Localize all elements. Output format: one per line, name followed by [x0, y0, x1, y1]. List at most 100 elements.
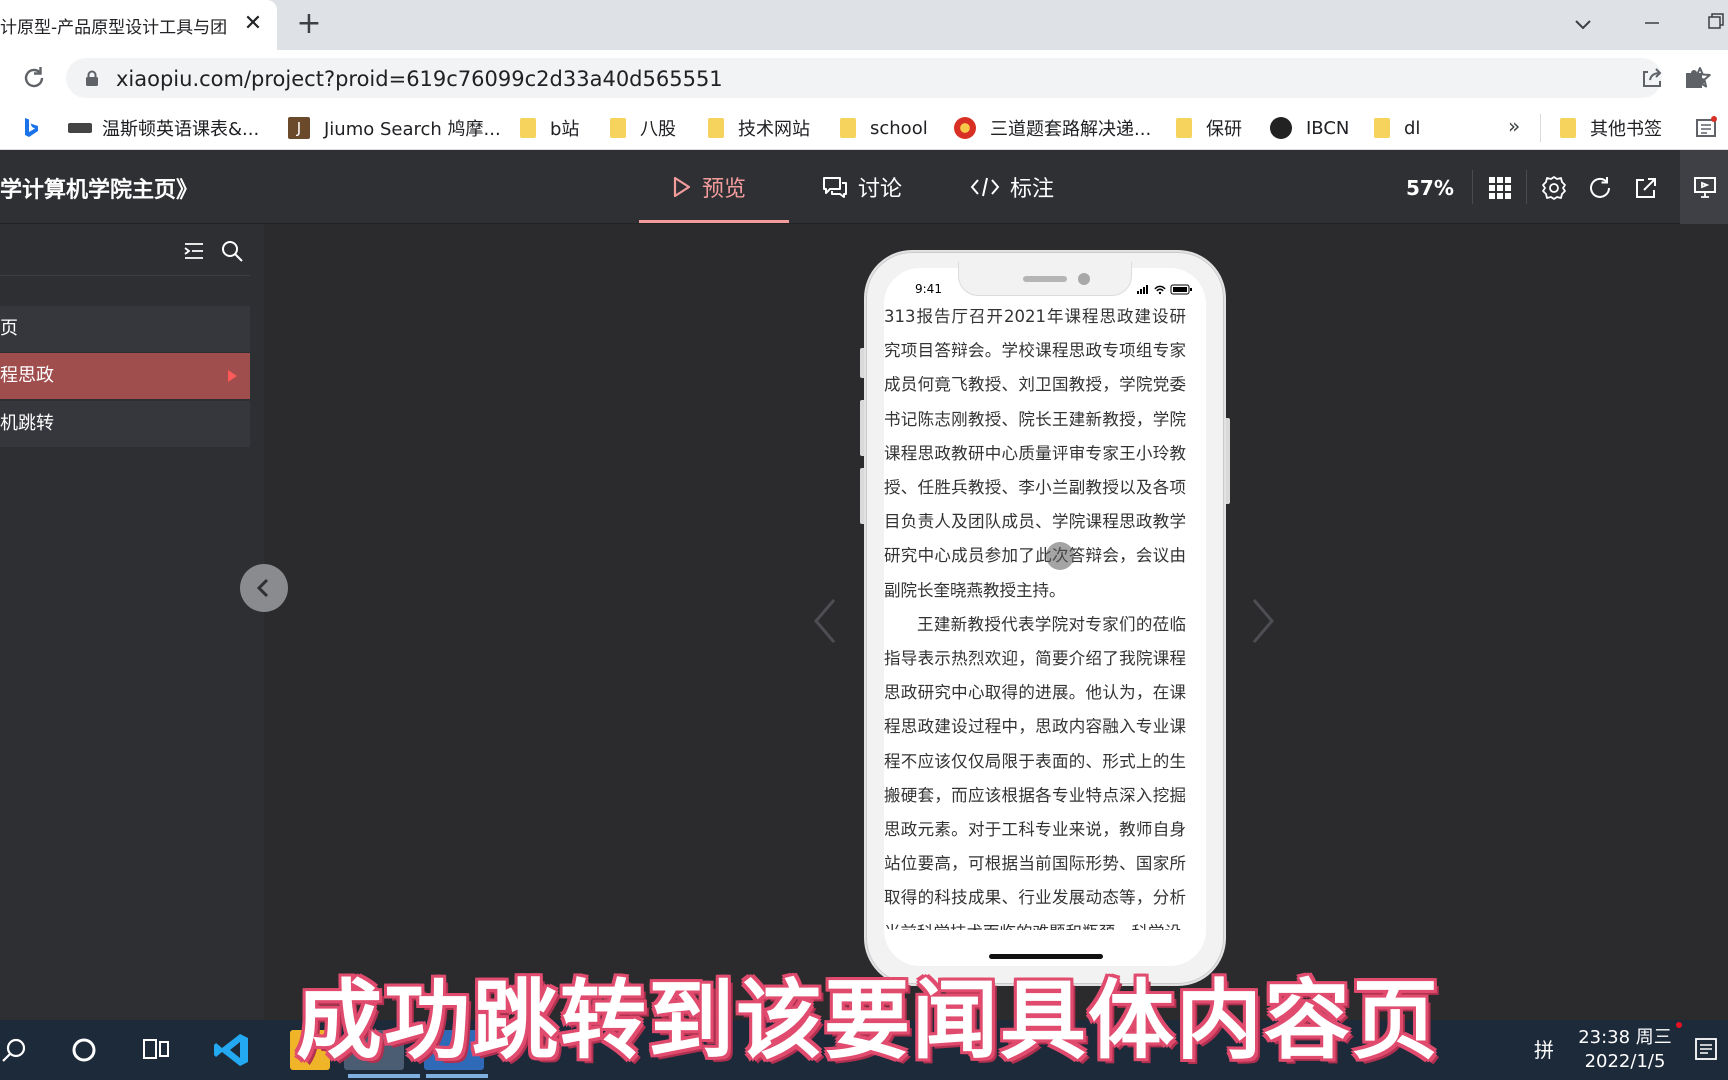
article-paragraph: 313报告厅召开2021年课程思政建设研究项目答辩会。学校课程思政专项组专家成员… — [884, 307, 1186, 600]
article-content[interactable]: 313报告厅召开2021年课程思政建设研究项目答辩会。学校课程思政专项组专家成员… — [884, 300, 1206, 930]
bookmark-label: Jiumo Search 鸠摩... — [324, 119, 501, 140]
folder-icon — [840, 118, 856, 138]
bookmark-label: IBCN — [1306, 117, 1350, 139]
article-body: 313报告厅召开2021年课程思政建设研究项目答辩会。学校课程思政专项组专家成员… — [884, 300, 1196, 930]
task-view-icon[interactable] — [136, 1030, 176, 1070]
video-caption: 成功跳转到该要闻具体内容页 — [296, 971, 1440, 1071]
tab-annotate[interactable]: 标注 — [970, 164, 1054, 210]
folder-icon — [1560, 118, 1576, 138]
bookmark-dl[interactable]: dl — [1374, 114, 1420, 142]
bookmark-ibcn[interactable]: IBCN — [1270, 114, 1349, 142]
tab-annotate-label: 标注 — [1010, 177, 1055, 202]
sidebar-toolbar — [0, 224, 250, 276]
restore-icon[interactable] — [1705, 8, 1728, 38]
new-tab-button[interactable]: + — [292, 8, 326, 42]
browser-tab[interactable]: 计原型-产品原型设计工具与团 ✕ — [0, 0, 277, 50]
next-page-arrow-icon[interactable] — [1248, 596, 1278, 646]
lock-icon[interactable] — [84, 70, 100, 86]
previous-page-arrow-icon[interactable] — [810, 596, 840, 646]
bookmark-bagu[interactable]: 八股 — [610, 114, 676, 142]
folder-icon — [1176, 118, 1192, 138]
touch-cursor-indicator — [1046, 542, 1074, 570]
chevron-down-icon[interactable] — [1568, 10, 1598, 40]
reload-icon[interactable] — [18, 62, 50, 94]
tab-preview[interactable]: 预览 — [672, 164, 746, 210]
code-icon — [970, 177, 1000, 197]
bookmark-bzhan[interactable]: b站 — [520, 114, 579, 142]
bookmark-winston[interactable]: 温斯顿英语课表&... — [68, 114, 259, 142]
folder-icon — [610, 118, 626, 138]
reading-list-icon[interactable] — [1694, 116, 1718, 140]
presentation-icon — [1694, 177, 1716, 198]
home-indicator[interactable] — [989, 954, 1103, 959]
bookmarks-overflow-button[interactable]: » — [1508, 114, 1520, 138]
zoom-level[interactable]: 57% — [1406, 176, 1454, 200]
signal-wifi-battery-icon — [1137, 284, 1192, 295]
bookmark-school[interactable]: school — [840, 114, 928, 142]
page-item[interactable]: 机跳转 — [0, 401, 250, 447]
header-divider — [1526, 170, 1527, 204]
share-out-icon[interactable] — [1632, 174, 1660, 202]
taskbar-clock[interactable]: 23:38 周三 2022/1/5 — [1575, 1026, 1675, 1074]
flower-icon — [954, 117, 976, 139]
bookmarks-divider — [1540, 114, 1541, 142]
bookmark-label: school — [870, 117, 928, 139]
vscode-icon[interactable] — [212, 1030, 252, 1070]
article-paragraph: 王建新教授代表学院对专家们的莅临指导表示热烈欢迎，简要介绍了我院课程思政研究中心… — [884, 614, 1186, 930]
grid-icon[interactable] — [1486, 174, 1514, 202]
bookmark-recursion[interactable]: 三道题套路解决递... — [954, 114, 1151, 142]
bookmark-tech-sites[interactable]: 技术网站 — [708, 114, 810, 142]
page-item-active[interactable]: 程思政 — [0, 353, 250, 399]
presentation-button[interactable] — [1680, 150, 1728, 224]
status-bar-time: 9:41 — [915, 282, 942, 296]
share-icon[interactable] — [1638, 64, 1666, 92]
page-item-label: 页 — [0, 318, 18, 339]
tab-discuss[interactable]: 讨论 — [822, 164, 902, 210]
phone-camera — [1078, 273, 1090, 285]
winston-logo-icon — [68, 123, 92, 133]
search-icon[interactable] — [0, 1030, 40, 1070]
page-item[interactable]: 页 — [0, 306, 250, 352]
tab-preview-label: 预览 — [702, 177, 747, 202]
cortana-icon[interactable] — [64, 1030, 104, 1070]
page-item-label: 机跳转 — [0, 413, 54, 434]
tab-close-button[interactable]: ✕ — [240, 9, 266, 39]
address-bar[interactable]: xiaopiu.com/project?proid=619c76099c2d33… — [66, 58, 1711, 98]
gear-icon[interactable] — [1540, 174, 1568, 202]
tab-title: 计原型-产品原型设计工具与团 — [0, 18, 228, 38]
notification-badge — [1676, 1022, 1682, 1028]
browser-toolbar: xiaopiu.com/project?proid=619c76099c2d33… — [0, 50, 1728, 106]
search-icon[interactable] — [219, 238, 245, 264]
jiumo-icon: J — [288, 117, 310, 139]
bookmark-label: 保研 — [1206, 119, 1242, 140]
sidebar-toggle-button[interactable] — [240, 564, 288, 612]
bookmark-baoyan[interactable]: 保研 — [1176, 114, 1242, 142]
folder-icon — [520, 118, 536, 138]
bing-icon[interactable] — [22, 117, 40, 139]
bookmark-label: 温斯顿英语课表&... — [102, 119, 260, 140]
collapse-all-icon[interactable] — [182, 238, 208, 264]
bookmark-label: 其他书签 — [1590, 119, 1662, 140]
github-icon — [1270, 117, 1292, 139]
bookmark-jiumo[interactable]: J Jiumo Search 鸠摩... — [288, 114, 501, 142]
page-item-label: 程思政 — [0, 365, 54, 386]
url-text[interactable]: xiaopiu.com/project?proid=619c76099c2d33… — [116, 67, 723, 91]
minimize-icon[interactable] — [1637, 8, 1667, 38]
clock-time: 23:38 周三 — [1578, 1027, 1672, 1048]
chat-bubble-icon — [823, 177, 847, 198]
notification-center-icon[interactable] — [1693, 1034, 1719, 1064]
bookmark-label: dl — [1404, 117, 1421, 139]
page-list-sidebar: 页 程思政 机跳转 — [0, 224, 264, 1020]
bookmark-label: 三道题套路解决递... — [990, 119, 1152, 140]
refresh-icon[interactable] — [1586, 174, 1614, 202]
bookmark-other[interactable]: 其他书签 — [1560, 114, 1662, 142]
clock-date: 2022/1/5 — [1584, 1051, 1666, 1072]
phone-speaker — [1023, 276, 1067, 282]
bookmark-label: 八股 — [640, 119, 676, 140]
project-title: 学计算机学院主页》 — [0, 178, 199, 203]
chevron-left-icon — [256, 578, 269, 598]
extensions-puzzle-icon[interactable] — [1680, 63, 1710, 93]
folder-icon — [708, 118, 724, 138]
browser-tab-strip: 计原型-产品原型设计工具与团 ✕ + — [0, 0, 1728, 50]
tab-discuss-label: 讨论 — [858, 177, 903, 202]
